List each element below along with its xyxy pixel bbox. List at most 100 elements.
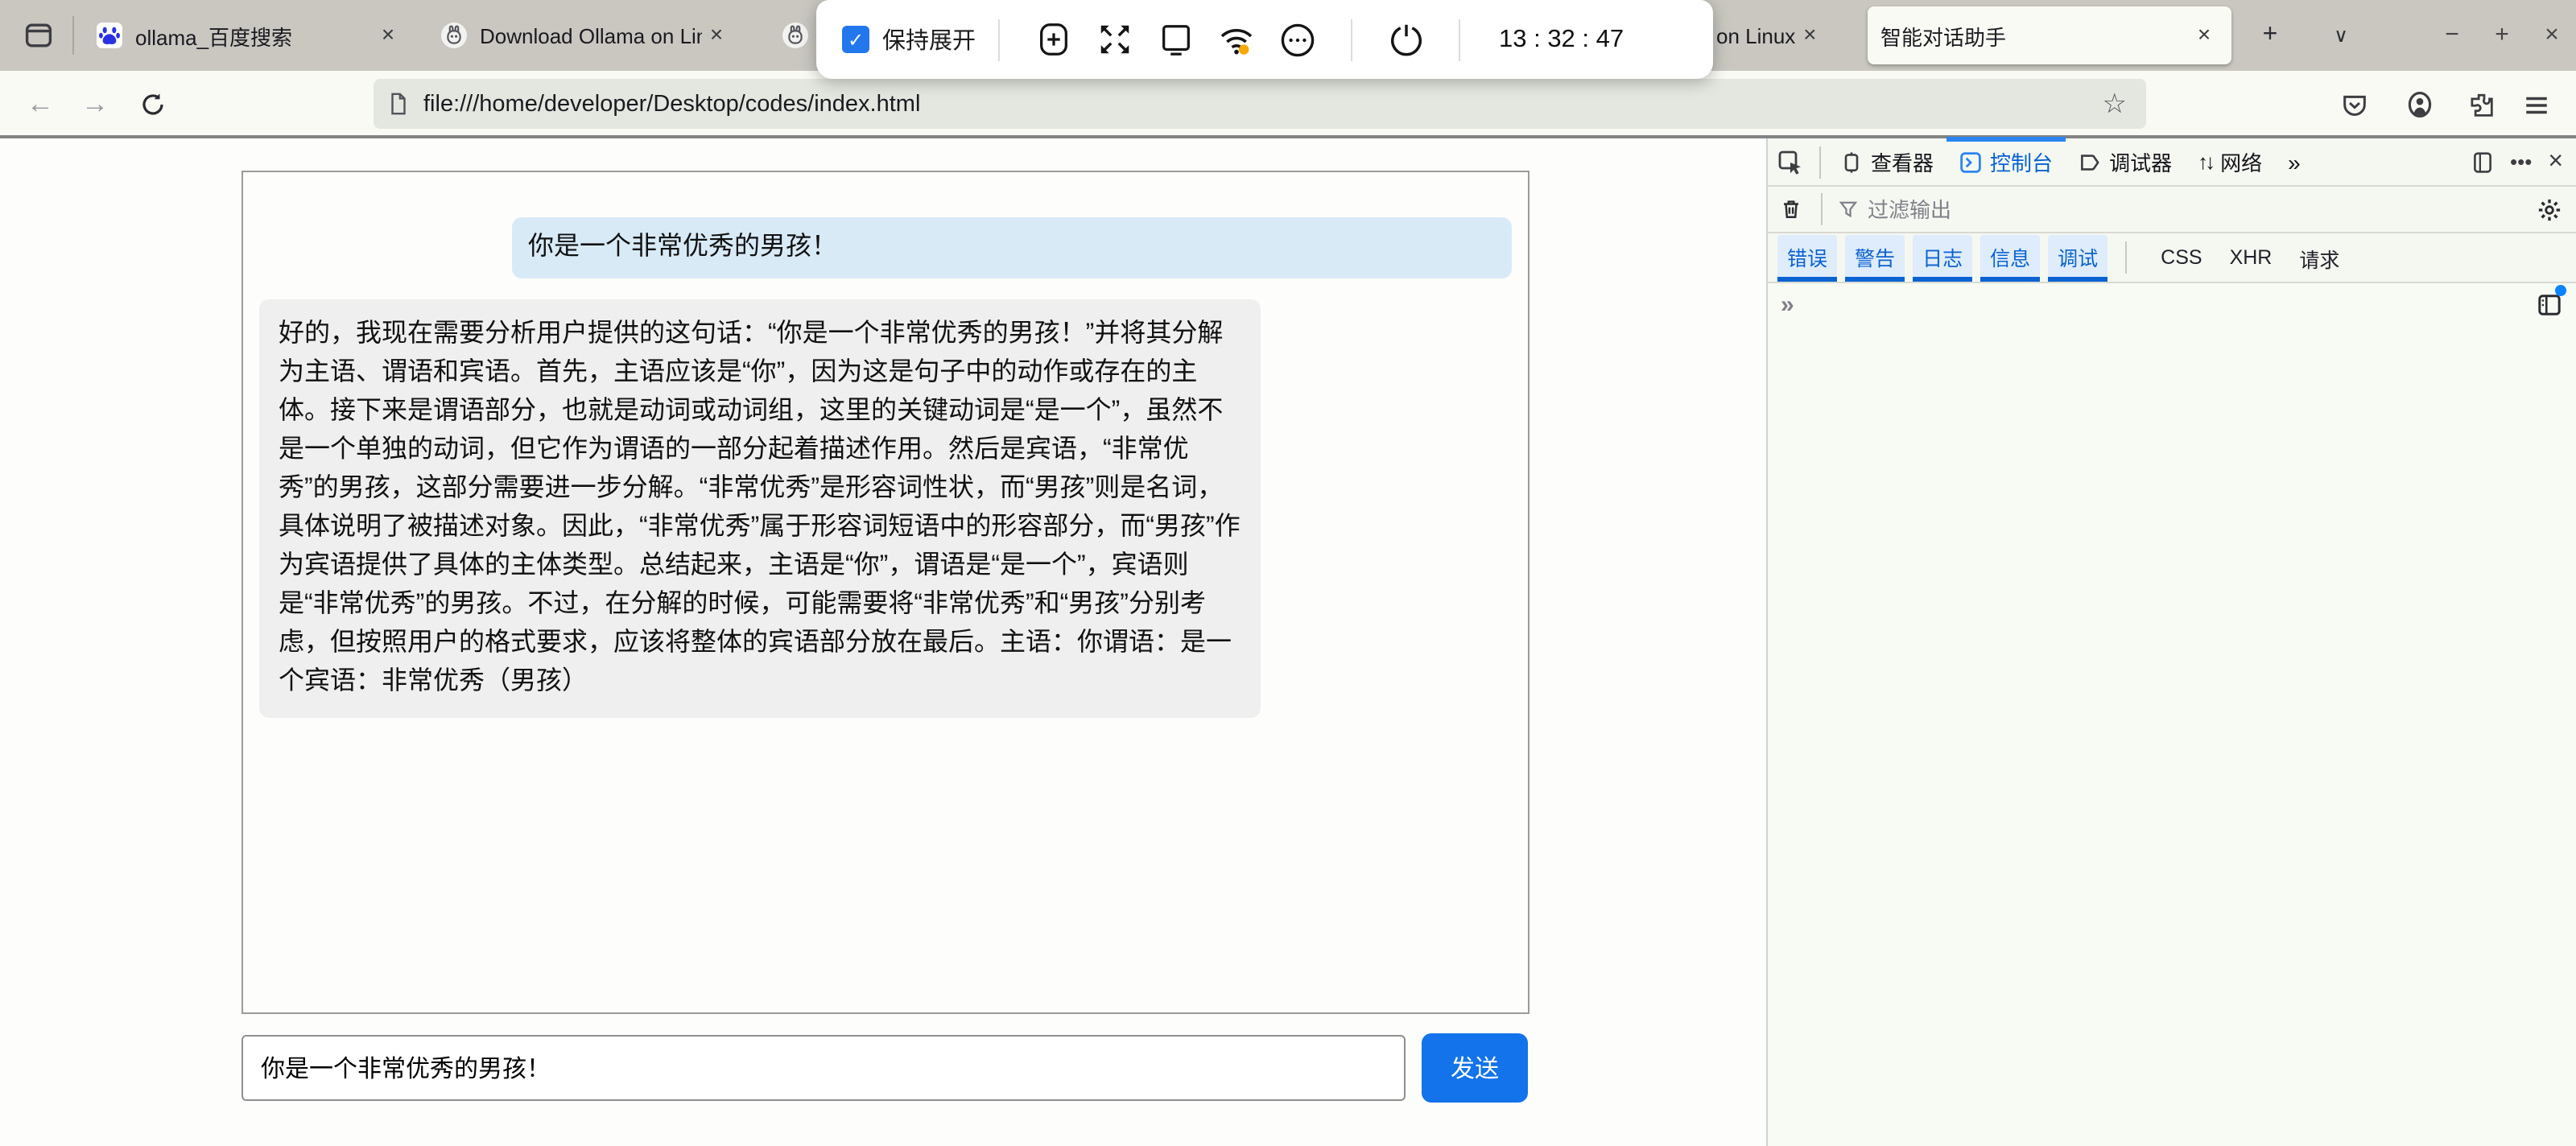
pick-element-icon bbox=[1777, 149, 1803, 175]
console-settings-button[interactable] bbox=[2523, 197, 2576, 221]
console-input-row[interactable]: » bbox=[1768, 283, 2576, 325]
fullscreen-icon[interactable] bbox=[1095, 20, 1133, 59]
ollama-favicon bbox=[441, 23, 467, 48]
user-message-bubble: 你是一个非常优秀的男孩！ bbox=[512, 217, 1512, 278]
app-menu-button[interactable] bbox=[2513, 82, 2558, 127]
tab-title: 智能对话助手 bbox=[1880, 20, 2190, 51]
funnel-icon bbox=[1839, 200, 1858, 219]
tab-close-icon[interactable]: × bbox=[1795, 21, 1824, 50]
filter-separator bbox=[1821, 193, 1823, 225]
filter-output-input[interactable] bbox=[1868, 197, 2523, 221]
tab-label: 网络 bbox=[2220, 146, 2262, 177]
devtools-close-icon[interactable]: × bbox=[2548, 147, 2563, 176]
bookmark-star-icon[interactable]: ☆ bbox=[2096, 88, 2134, 120]
add-window-icon[interactable] bbox=[1034, 20, 1072, 59]
tab-label: 查看器 bbox=[1871, 146, 1934, 177]
filter-chip-debug[interactable]: 调试 bbox=[2048, 234, 2107, 281]
maximize-button[interactable]: + bbox=[2484, 16, 2520, 52]
forward-button[interactable]: → bbox=[74, 84, 116, 126]
tab-close-icon[interactable]: × bbox=[2190, 21, 2219, 50]
more-tabs-button[interactable]: » bbox=[2275, 149, 2314, 175]
firefox-view-button[interactable] bbox=[13, 11, 64, 60]
filter-chip-logs[interactable]: 日志 bbox=[1913, 234, 1972, 281]
page-content: 你是一个非常优秀的男孩！ 好的，我现在需要分析用户提供的这句话：“你是一个非常优… bbox=[0, 138, 1766, 1146]
console-prompt: » bbox=[1781, 291, 1794, 318]
split-console-icon[interactable] bbox=[2471, 150, 2494, 173]
tab-separator bbox=[72, 16, 74, 55]
tab-chat-assistant-active[interactable]: 智能对话助手 × bbox=[1868, 6, 2231, 64]
console-filter-row bbox=[1768, 187, 2576, 233]
keep-expanded-label: 保持展开 bbox=[882, 23, 976, 56]
overlay-separator bbox=[998, 19, 1000, 60]
console-output-area: » bbox=[1768, 283, 2576, 1146]
tab-title: on Linux bbox=[1716, 23, 1795, 47]
chips-separator bbox=[2125, 241, 2127, 274]
url-bar[interactable]: file:///home/developer/Desktop/codes/ind… bbox=[374, 79, 2146, 129]
clock-time: 13 : 32 : 47 bbox=[1499, 25, 1624, 54]
account-icon bbox=[2405, 90, 2434, 119]
reload-icon bbox=[140, 92, 166, 117]
system-overlay-toolbar: ✓ 保持展开 13 : 32 : 47 bbox=[816, 0, 1713, 79]
minimize-button[interactable]: − bbox=[2434, 16, 2470, 52]
account-button[interactable] bbox=[2397, 82, 2442, 127]
tab-list-caret-icon[interactable]: ∨ bbox=[2322, 16, 2360, 55]
devtools-menu-icon[interactable]: ••• bbox=[2510, 150, 2532, 174]
console-icon bbox=[1959, 150, 1982, 173]
devtools-tab-debugger[interactable]: 调试器 bbox=[2066, 138, 2185, 185]
close-window-button[interactable]: × bbox=[2534, 16, 2570, 52]
tab-label: 控制台 bbox=[1990, 146, 2053, 177]
more-circle-icon[interactable] bbox=[1278, 20, 1317, 59]
devtools-tab-console[interactable]: 控制台 bbox=[1946, 138, 2066, 185]
devtools-toolbar: 查看器 控制台 调试器 ↑↓ 网络 » bbox=[1768, 138, 2576, 187]
filter-chip-info[interactable]: 信息 bbox=[1980, 234, 2040, 281]
tab-close-icon[interactable]: × bbox=[374, 21, 402, 50]
tab-title: Download Ollama on Linux bbox=[480, 23, 702, 47]
send-button[interactable]: 发送 bbox=[1422, 1033, 1528, 1103]
tab-on-linux-partial[interactable]: on Linux × bbox=[1716, 6, 1858, 64]
wifi-icon[interactable] bbox=[1217, 20, 1256, 59]
filter-requests[interactable]: 请求 bbox=[2299, 242, 2339, 273]
chat-messages-container: 你是一个非常优秀的男孩！ 好的，我现在需要分析用户提供的这句话：“你是一个非常优… bbox=[242, 171, 1530, 1014]
display-icon[interactable] bbox=[1156, 20, 1195, 59]
browser-window: ollama_百度搜索 × Download Ollama on Linux ×… bbox=[0, 0, 2576, 1146]
reload-button[interactable] bbox=[132, 84, 174, 126]
filter-chip-warnings[interactable]: 警告 bbox=[1845, 234, 1905, 281]
notification-dot bbox=[2555, 285, 2566, 296]
filter-css[interactable]: CSS bbox=[2161, 246, 2202, 269]
tab-baidu-search[interactable]: ollama_百度搜索 × bbox=[84, 6, 415, 64]
tab-close-icon[interactable]: × bbox=[702, 21, 731, 50]
pocket-button[interactable] bbox=[2331, 82, 2376, 127]
console-level-filters: 错误 警告 日志 信息 调试 CSS XHR 请求 bbox=[1768, 233, 2576, 283]
tab-title: ollama_百度搜索 bbox=[135, 20, 374, 51]
devtools-tab-inspector[interactable]: 查看器 bbox=[1827, 138, 1946, 185]
hamburger-icon bbox=[2522, 91, 2549, 118]
ollama-favicon bbox=[782, 23, 808, 48]
clear-console-button[interactable] bbox=[1768, 198, 1814, 221]
new-tab-button[interactable]: + bbox=[2251, 16, 2289, 55]
baidu-favicon bbox=[97, 23, 122, 48]
tab-hidden-partial[interactable] bbox=[757, 6, 821, 64]
filter-xhr[interactable]: XHR bbox=[2230, 246, 2273, 269]
devtools-toolbar-right: ••• × bbox=[2471, 147, 2576, 176]
overlay-separator bbox=[1351, 19, 1352, 60]
pocket-icon bbox=[2340, 91, 2368, 118]
inspector-icon bbox=[1840, 150, 1863, 173]
puzzle-icon bbox=[2467, 91, 2495, 118]
extensions-button[interactable] bbox=[2458, 82, 2504, 127]
console-sidebar-toggle[interactable] bbox=[2534, 290, 2563, 319]
power-icon[interactable] bbox=[1386, 20, 1425, 59]
pick-element-button[interactable] bbox=[1768, 138, 1813, 185]
filter-chip-errors[interactable]: 错误 bbox=[1777, 234, 1837, 281]
url-text[interactable]: file:///home/developer/Desktop/codes/ind… bbox=[423, 91, 2096, 117]
overlay-separator bbox=[1459, 19, 1460, 60]
debugger-icon bbox=[2079, 150, 2101, 173]
back-button[interactable]: ← bbox=[19, 84, 61, 126]
assistant-message-bubble: 好的，我现在需要分析用户提供的这句话：“你是一个非常优秀的男孩！”并将其分解为主… bbox=[259, 299, 1261, 718]
keep-expanded-checkbox[interactable]: ✓ bbox=[842, 26, 869, 53]
chat-input[interactable] bbox=[242, 1035, 1406, 1101]
devtools-tab-network[interactable]: ↑↓ 网络 bbox=[2185, 138, 2275, 185]
page-icon bbox=[386, 92, 411, 116]
tab-label: 调试器 bbox=[2109, 146, 2172, 177]
devtools-panel: 查看器 控制台 调试器 ↑↓ 网络 » bbox=[1766, 138, 2576, 1146]
tab-ollama-download[interactable]: Download Ollama on Linux × bbox=[428, 6, 744, 64]
